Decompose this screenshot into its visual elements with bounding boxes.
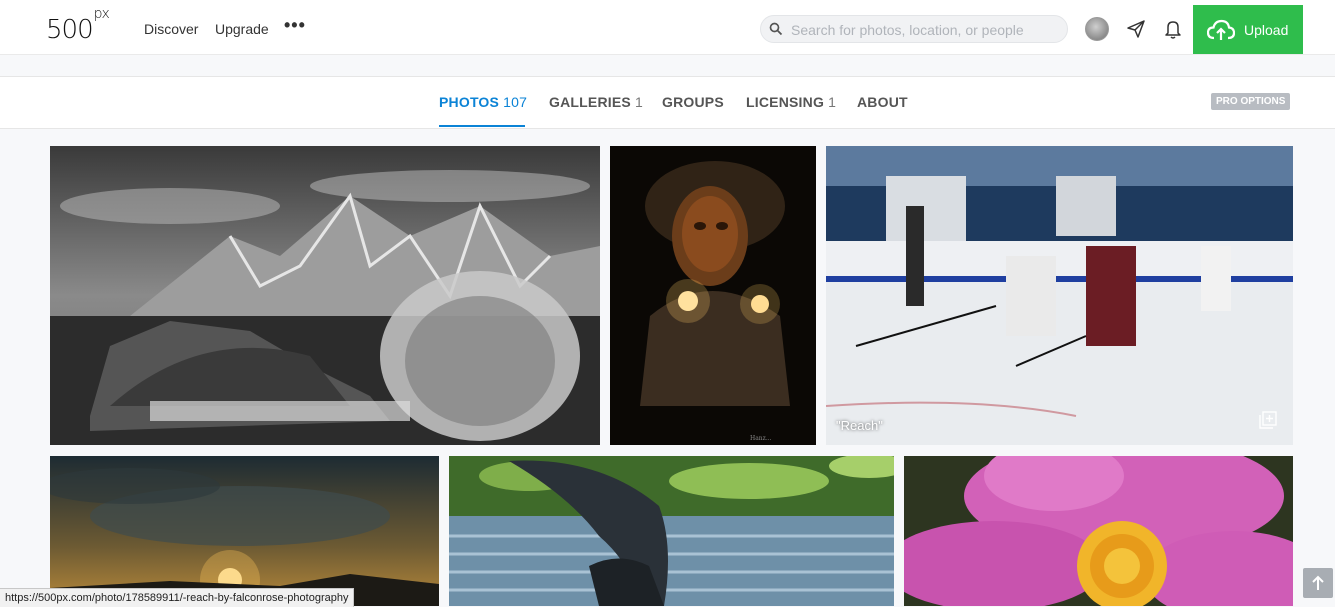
nav-upgrade[interactable]: Upgrade [215,21,269,37]
photo-title: "Reach" [836,418,883,433]
pro-options-badge[interactable]: PRO OPTIONS [1211,93,1291,110]
browser-status-url: https://500px.com/photo/178589911/-reach… [0,588,355,607]
svg-text:Hanz...: Hanz... [750,435,772,442]
tab-licensing[interactable]: LICENSING 1 [746,94,836,110]
photo-tile-goose[interactable] [449,456,894,606]
search-icon [769,22,783,36]
user-avatar[interactable] [1085,17,1109,41]
photo-tile-hockey[interactable]: "Reach" [826,146,1293,445]
add-to-gallery-icon[interactable] [1259,411,1277,429]
cloud-upload-icon [1207,19,1235,40]
photo-tile-sunset[interactable] [50,456,439,606]
arrow-up-icon [1312,575,1324,590]
tab-groups[interactable]: GROUPS [662,94,724,110]
notifications-bell-icon[interactable] [1164,19,1182,39]
photo-mountain-lake [50,146,600,445]
nav-discover[interactable]: Discover [144,21,198,37]
tab-photos[interactable]: PHOTOS 107 [439,94,527,110]
active-tab-indicator [439,125,525,127]
photo-sunset [50,456,439,606]
photo-tile-mountain-lake[interactable] [50,146,600,445]
tab-about[interactable]: ABOUT [857,94,908,110]
tab-galleries[interactable]: GALLERIES 1 [549,94,643,110]
photo-hockey [826,146,1293,445]
photo-carnival-mask: Hanz... [610,146,816,445]
upload-label: Upload [1244,22,1289,38]
photo-cosmos-flower [904,456,1293,606]
search-box[interactable] [760,15,1068,43]
photo-goose [449,456,894,606]
logo-500px[interactable]: 500px [46,6,110,45]
search-input[interactable] [789,20,1063,40]
send-message-icon[interactable] [1126,19,1146,39]
scroll-to-top-button[interactable] [1303,568,1333,598]
photo-tile-carnival-mask[interactable]: Hanz... [610,146,816,445]
upload-button[interactable]: Upload [1193,5,1303,54]
photo-tile-cosmos-flower[interactable] [904,456,1293,606]
top-navbar: 500px Discover Upgrade ••• Upload [0,5,1335,55]
more-menu-icon[interactable]: ••• [284,15,306,36]
profile-tabbar: PHOTOS 107 GALLERIES 1 GROUPS LICENSING … [0,76,1335,129]
